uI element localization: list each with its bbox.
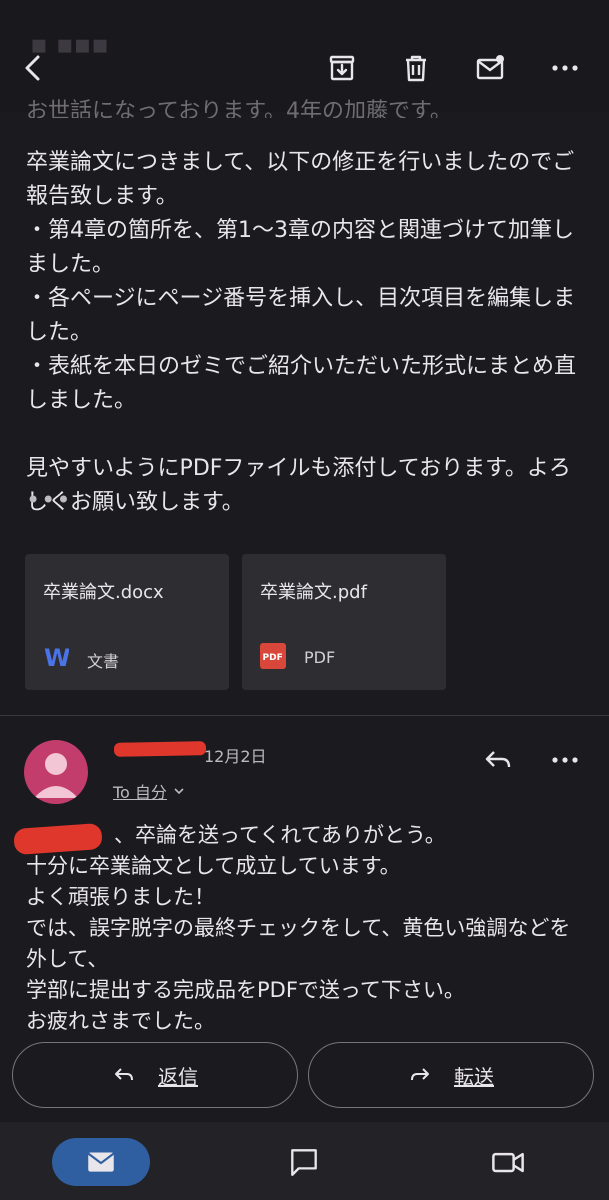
delete-icon[interactable]: [398, 50, 434, 86]
mail-icon: [87, 1152, 115, 1172]
mark-unread-icon[interactable]: [472, 50, 508, 86]
more-icon[interactable]: [547, 50, 583, 86]
attachment-type: PDF: [304, 648, 336, 667]
recipient-label: To 自分: [113, 783, 167, 802]
forward-arrow-icon: [411, 1068, 429, 1081]
nav-chat[interactable]: [284, 1142, 324, 1182]
cut-off-text-line: お世話になっております。4年の加藤です。: [26, 99, 452, 118]
message-date: 12月2日: [204, 747, 267, 766]
forward-button[interactable]: 転送: [308, 1042, 594, 1108]
svg-text:PDF: PDF: [263, 653, 283, 663]
forward-button-label: 転送: [454, 1064, 494, 1089]
reply-message-body: 、卒論を送ってくれてありがとう。 十分に卒業論文として成立しています。 よく頑張…: [26, 820, 586, 1037]
bottom-navigation: [0, 1122, 609, 1200]
pdf-icon: PDF: [260, 643, 286, 673]
recipient-toggle[interactable]: To 自分: [113, 779, 185, 803]
show-trimmed-content-button[interactable]: •••: [26, 486, 71, 514]
word-icon: W: [43, 643, 70, 673]
archive-icon[interactable]: [324, 50, 360, 86]
reply-icon[interactable]: [480, 742, 516, 778]
meet-icon: [492, 1152, 524, 1173]
chat-icon: [291, 1149, 317, 1176]
reply-arrow-icon: [115, 1068, 133, 1081]
reply-button[interactable]: 返信: [12, 1042, 298, 1108]
message-body: 卒業論文につきまして、以下の修正を行いましたのでご報告致します。 ・第4章の箇所…: [26, 150, 577, 515]
nav-mail[interactable]: [52, 1138, 150, 1186]
reply-body-text: 、卒論を送ってくれてありがとう。 十分に卒業論文として成立しています。 よく頑張…: [26, 823, 571, 1033]
reply-button-label: 返信: [158, 1064, 198, 1089]
message-more-icon[interactable]: [547, 742, 583, 778]
chevron-down-icon: [174, 788, 184, 795]
back-arrow-icon[interactable]: [16, 50, 52, 86]
attachment-type: 文書: [87, 652, 120, 671]
nav-meet[interactable]: [488, 1142, 528, 1182]
attachment-docx[interactable]: 卒業論文.docx W 文書: [25, 554, 229, 690]
avatar[interactable]: [24, 740, 88, 804]
sender-name-redaction: [113, 741, 207, 757]
svg-text:W: W: [44, 644, 69, 669]
attachment-name: 卒業論文.pdf: [260, 582, 367, 603]
attachment-name: 卒業論文.docx: [43, 582, 164, 603]
attachment-pdf[interactable]: 卒業論文.pdf PDF PDF: [242, 554, 446, 690]
message-divider: [0, 715, 609, 716]
